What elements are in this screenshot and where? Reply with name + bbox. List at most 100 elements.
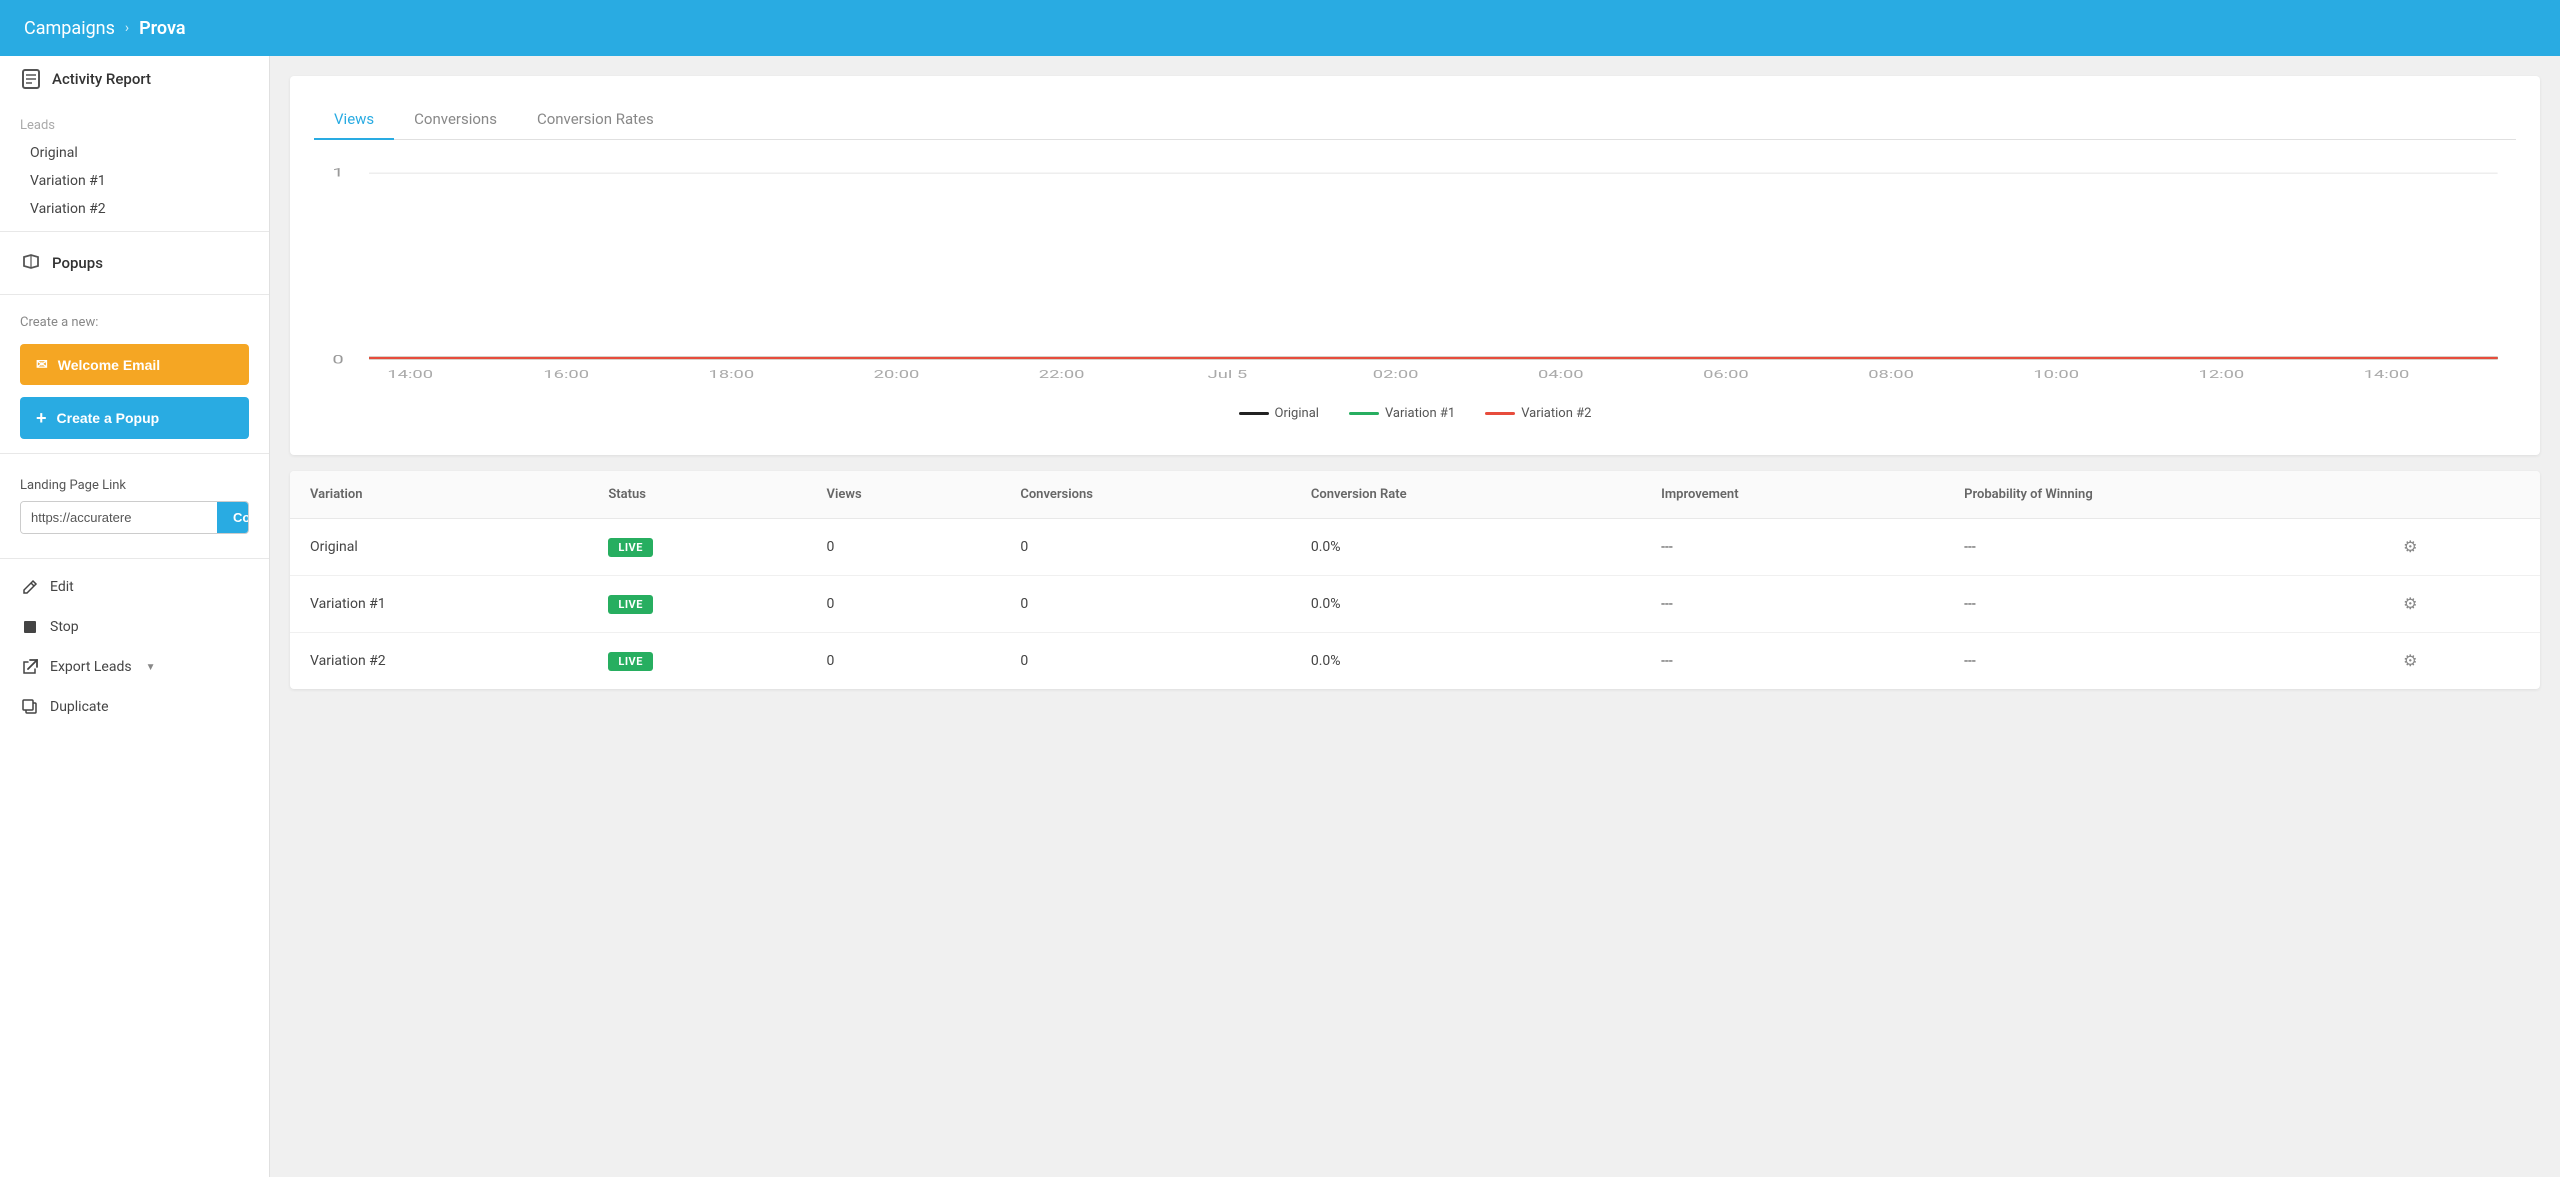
landing-page-section: Landing Page Link Copy (0, 462, 269, 550)
stop-label: Stop (50, 619, 79, 635)
duplicate-icon (20, 697, 40, 717)
table-header: Variation Status Views Conversions Conve… (290, 471, 2540, 519)
row-original-conversions: 0 (1000, 519, 1291, 576)
sidebar-stop-item[interactable]: Stop (0, 607, 269, 647)
col-views: Views (807, 471, 1001, 519)
legend-variation1-line (1349, 412, 1379, 415)
row-variation2-gear-button[interactable]: ⚙ (2399, 647, 2421, 675)
row-variation2-views: 0 (807, 633, 1001, 690)
create-popup-button[interactable]: + Create a Popup (20, 397, 249, 439)
legend-variation1: Variation #1 (1349, 406, 1455, 421)
welcome-email-label: Welcome Email (58, 357, 160, 373)
activity-report-label: Activity Report (52, 70, 151, 88)
svg-text:20:00: 20:00 (874, 368, 920, 380)
svg-text:16:00: 16:00 (543, 368, 589, 380)
row-variation2-probability: --- (1944, 633, 2379, 690)
activity-report-icon (20, 68, 42, 90)
row-variation1-views: 0 (807, 576, 1001, 633)
landing-page-url-input[interactable] (21, 502, 217, 533)
chart-tabs: Views Conversions Conversion Rates (314, 100, 2516, 140)
row-variation1-variation: Variation #1 (290, 576, 588, 633)
sidebar-item-activity-report[interactable]: Activity Report (0, 56, 269, 102)
row-variation2-conversions: 0 (1000, 633, 1291, 690)
row-original-probability: --- (1944, 519, 2379, 576)
svg-text:04:00: 04:00 (1538, 368, 1584, 380)
legend-original: Original (1239, 406, 1319, 421)
svg-text:1: 1 (332, 166, 343, 180)
status-badge-variation1: LIVE (608, 595, 653, 614)
duplicate-label: Duplicate (50, 699, 109, 715)
sidebar-export-leads-item[interactable]: Export Leads ▼ (0, 647, 269, 687)
svg-text:14:00: 14:00 (387, 368, 433, 380)
sidebar-divider-3 (0, 453, 269, 454)
email-icon: ✉ (36, 356, 48, 373)
row-variation2-actions: ⚙ (2379, 633, 2540, 690)
table-row: Original LIVE 0 0 0.0% --- --- ⚙ (290, 519, 2540, 576)
tab-conversion-rates[interactable]: Conversion Rates (517, 100, 674, 140)
legend-variation2-line (1485, 412, 1515, 415)
row-variation2-variation: Variation #2 (290, 633, 588, 690)
row-variation1-probability: --- (1944, 576, 2379, 633)
landing-link-row: Copy (20, 501, 249, 534)
row-variation2-conversion-rate: 0.0% (1291, 633, 1641, 690)
row-variation2-improvement: --- (1641, 633, 1944, 690)
sidebar: Activity Report Leads Original Variation… (0, 56, 270, 1177)
col-improvement: Improvement (1641, 471, 1944, 519)
chart-card: Views Conversions Conversion Rates 1 0 1… (290, 76, 2540, 455)
sidebar-sub-variation1[interactable]: Variation #1 (0, 167, 269, 195)
chart-legend: Original Variation #1 Variation #2 (314, 396, 2516, 431)
sidebar-sub-original[interactable]: Original (0, 139, 269, 167)
copy-button[interactable]: Copy (217, 502, 249, 533)
sidebar-item-popups[interactable]: Popups (0, 240, 269, 286)
table-body: Original LIVE 0 0 0.0% --- --- ⚙ Variati… (290, 519, 2540, 690)
app-layout: Activity Report Leads Original Variation… (0, 56, 2560, 1177)
welcome-email-button[interactable]: ✉ Welcome Email (20, 344, 249, 385)
col-actions (2379, 471, 2540, 519)
svg-text:14:00: 14:00 (2364, 368, 2410, 380)
table-row: Variation #2 LIVE 0 0 0.0% --- --- ⚙ (290, 633, 2540, 690)
header-campaigns-link[interactable]: Campaigns (24, 18, 115, 39)
row-variation2-status: LIVE (588, 633, 806, 690)
row-variation1-conversions: 0 (1000, 576, 1291, 633)
edit-icon (20, 577, 40, 597)
col-conversions: Conversions (1000, 471, 1291, 519)
popups-icon (20, 252, 42, 274)
svg-text:12:00: 12:00 (2199, 368, 2245, 380)
leads-group-label: Leads (0, 102, 269, 139)
sidebar-divider-2 (0, 294, 269, 295)
row-variation1-gear-button[interactable]: ⚙ (2399, 590, 2421, 618)
svg-text:0: 0 (332, 353, 343, 367)
sidebar-divider-4 (0, 558, 269, 559)
header-page-title: Prova (139, 18, 185, 39)
export-leads-label: Export Leads (50, 659, 132, 675)
sidebar-edit-item[interactable]: Edit (0, 567, 269, 607)
row-original-status: LIVE (588, 519, 806, 576)
main-content: Views Conversions Conversion Rates 1 0 1… (270, 56, 2560, 1177)
create-new-label: Create a new: (0, 303, 269, 338)
row-original-actions: ⚙ (2379, 519, 2540, 576)
create-popup-label: Create a Popup (57, 410, 160, 426)
popups-label: Popups (52, 254, 103, 272)
legend-variation2-label: Variation #2 (1521, 406, 1591, 421)
tab-conversions[interactable]: Conversions (394, 100, 517, 140)
svg-text:Jul 5: Jul 5 (1208, 368, 1248, 380)
variations-table: Variation Status Views Conversions Conve… (290, 471, 2540, 689)
row-original-conversion-rate: 0.0% (1291, 519, 1641, 576)
sidebar-sub-variation2[interactable]: Variation #2 (0, 195, 269, 223)
svg-text:02:00: 02:00 (1373, 368, 1419, 380)
row-variation1-status: LIVE (588, 576, 806, 633)
svg-text:10:00: 10:00 (2033, 368, 2079, 380)
sidebar-duplicate-item[interactable]: Duplicate (0, 687, 269, 727)
tab-views[interactable]: Views (314, 100, 394, 140)
row-variation1-actions: ⚙ (2379, 576, 2540, 633)
table-header-row: Variation Status Views Conversions Conve… (290, 471, 2540, 519)
svg-text:08:00: 08:00 (1868, 368, 1914, 380)
legend-original-line (1239, 412, 1269, 415)
export-dropdown-icon: ▼ (146, 662, 156, 673)
legend-original-label: Original (1275, 406, 1319, 421)
landing-page-link-label: Landing Page Link (20, 478, 249, 493)
data-table-card: Variation Status Views Conversions Conve… (290, 471, 2540, 689)
row-original-gear-button[interactable]: ⚙ (2399, 533, 2421, 561)
legend-variation2: Variation #2 (1485, 406, 1591, 421)
plus-icon: + (36, 409, 47, 427)
